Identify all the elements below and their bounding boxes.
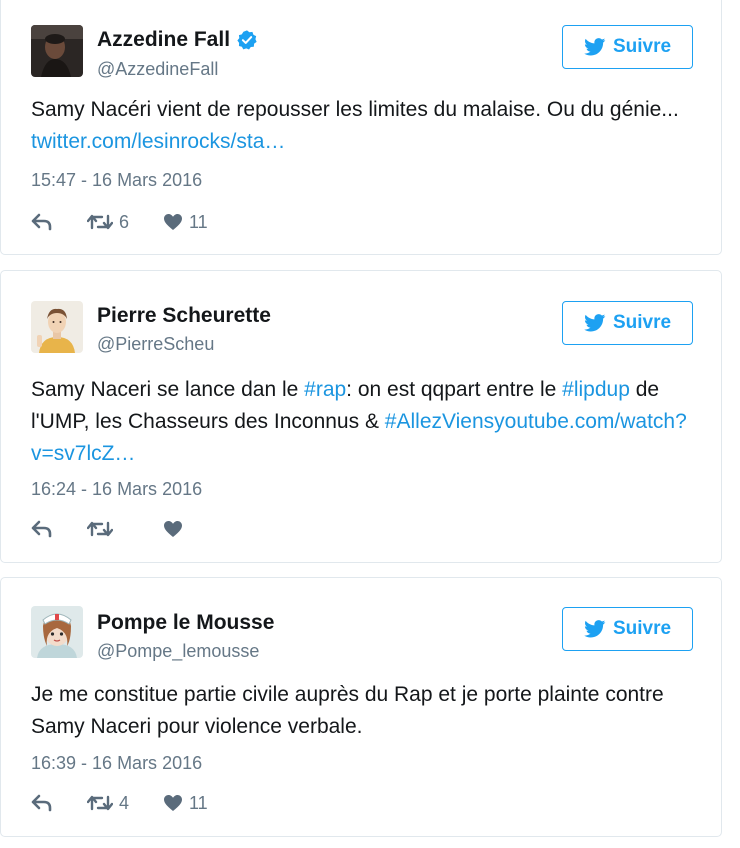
retweet-icon [87,521,113,537]
follow-button[interactable]: Suivre [562,25,693,69]
follow-button[interactable]: Suivre [562,607,693,651]
display-name[interactable]: Azzedine Fall [97,28,230,52]
reply-button[interactable] [31,794,87,812]
tweet-actions: 6 11 [31,210,233,234]
avatar[interactable] [31,606,83,658]
tweet-text: Samy Naceri se lance dan le #rap: on est… [31,374,711,470]
retweet-icon [87,214,113,230]
tweet-text-segment: Samy Naceri se lance dan le [31,378,305,401]
retweet-count: 4 [119,793,130,813]
tweet-actions: 4 11 [31,791,233,815]
avatar[interactable] [31,301,83,353]
hashtag-link[interactable]: #AllezViens [385,410,494,433]
tweet-text: Je me constitue partie civile auprès du … [31,679,711,743]
user-handle[interactable]: @PierreScheu [97,333,214,355]
retweet-count: 6 [119,212,130,232]
tweet-timestamp[interactable]: 15:47 - 16 Mars 2016 [31,169,202,191]
retweet-icon [87,795,113,811]
twitter-bird-icon [584,314,606,332]
twitter-bird-icon [584,620,606,638]
tweet-card: Pierre Scheurette @PierreScheu Suivre Sa… [0,270,722,563]
heart-icon [164,521,182,537]
name-row: Pompe le Mousse [97,611,274,635]
avatar-cartoon-icon [31,606,83,658]
hashtag-link[interactable]: #rap [304,378,346,401]
tweet-timestamp[interactable]: 16:39 - 16 Mars 2016 [31,752,202,774]
retweet-button[interactable]: 4 [87,793,163,813]
heart-icon [164,795,182,811]
display-name[interactable]: Pompe le Mousse [97,611,274,635]
tweet-text-segment: : on est qqpart entre le [346,378,563,401]
tweet-card: Pompe le Mousse @Pompe_lemousse Suivre J… [0,577,722,837]
verified-badge-icon [237,30,257,50]
tweet-text-segment: Samy Nacéri vient de repousser les limit… [31,98,679,121]
heart-icon [164,214,182,230]
like-count: 11 [189,793,208,813]
twitter-bird-icon [584,38,606,56]
reply-button[interactable] [31,520,87,538]
name-row: Azzedine Fall [97,28,258,52]
tweet-actions [31,517,233,541]
avatar-photo-icon [31,25,83,77]
retweet-button[interactable]: 6 [87,212,163,232]
follow-label: Suivre [612,312,672,333]
reply-icon [31,520,52,538]
tweet-text-segment: Je me constitue partie civile auprès du … [31,683,664,738]
follow-button[interactable]: Suivre [562,301,693,345]
tweet-timestamp[interactable]: 16:24 - 16 Mars 2016 [31,478,202,500]
like-button[interactable] [163,520,233,538]
avatar[interactable] [31,25,83,77]
like-button[interactable]: 11 [163,793,233,813]
avatar-illustration-icon [31,301,83,353]
tweet-link[interactable]: twitter.com/lesinrocks/sta… [31,130,285,153]
user-handle[interactable]: @Pompe_lemousse [97,640,259,662]
tweet-card: Azzedine Fall @AzzedineFall Suivre Samy … [0,0,722,255]
follow-label: Suivre [612,618,672,639]
user-handle[interactable]: @AzzedineFall [97,58,218,80]
like-count: 11 [189,212,208,232]
retweet-button[interactable] [87,520,163,538]
name-row: Pierre Scheurette [97,304,271,328]
display-name[interactable]: Pierre Scheurette [97,304,271,328]
tweet-text: Samy Nacéri vient de repousser les limit… [31,94,711,158]
like-button[interactable]: 11 [163,212,233,232]
reply-icon [31,794,52,812]
reply-button[interactable] [31,213,87,231]
follow-label: Suivre [612,36,672,57]
hashtag-link[interactable]: #lipdup [562,378,630,401]
reply-icon [31,213,52,231]
